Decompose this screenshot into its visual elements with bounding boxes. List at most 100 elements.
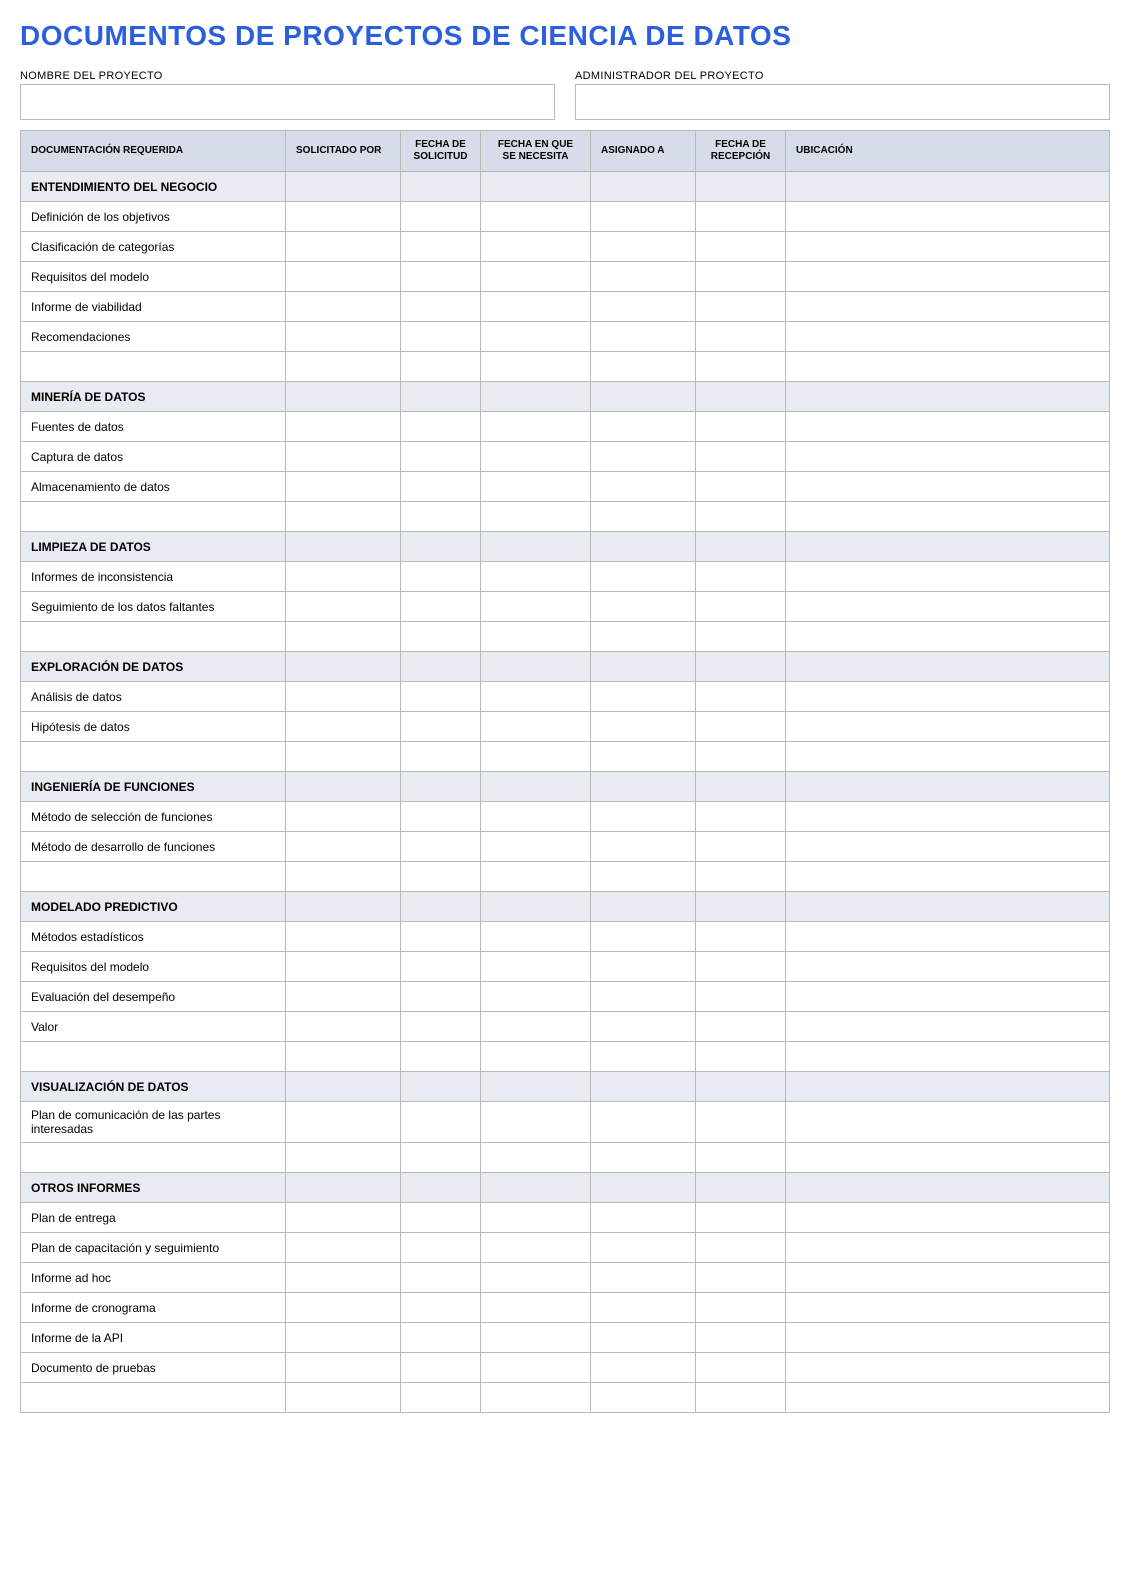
data-cell[interactable] xyxy=(591,982,696,1012)
data-cell[interactable] xyxy=(786,922,1110,952)
data-cell[interactable] xyxy=(481,412,591,442)
data-cell[interactable] xyxy=(591,832,696,862)
data-cell[interactable] xyxy=(696,1323,786,1353)
data-cell[interactable] xyxy=(401,292,481,322)
data-cell[interactable] xyxy=(696,922,786,952)
data-cell[interactable] xyxy=(481,1293,591,1323)
data-cell[interactable] xyxy=(786,592,1110,622)
data-cell[interactable] xyxy=(401,1203,481,1233)
data-cell[interactable] xyxy=(286,622,401,652)
data-cell[interactable] xyxy=(401,832,481,862)
data-cell[interactable] xyxy=(286,412,401,442)
data-cell[interactable] xyxy=(786,1233,1110,1263)
data-cell[interactable] xyxy=(401,352,481,382)
data-cell[interactable] xyxy=(591,472,696,502)
data-cell[interactable] xyxy=(696,832,786,862)
data-cell[interactable] xyxy=(286,1102,401,1143)
data-cell[interactable] xyxy=(591,592,696,622)
data-cell[interactable] xyxy=(591,742,696,772)
data-cell[interactable] xyxy=(401,412,481,442)
data-cell[interactable] xyxy=(401,1143,481,1173)
doc-name-cell[interactable]: Clasificación de categorías xyxy=(21,232,286,262)
data-cell[interactable] xyxy=(286,292,401,322)
data-cell[interactable] xyxy=(786,802,1110,832)
data-cell[interactable] xyxy=(786,1353,1110,1383)
data-cell[interactable] xyxy=(786,502,1110,532)
data-cell[interactable] xyxy=(481,472,591,502)
data-cell[interactable] xyxy=(286,682,401,712)
data-cell[interactable] xyxy=(696,712,786,742)
doc-name-cell[interactable]: Hipótesis de datos xyxy=(21,712,286,742)
data-cell[interactable] xyxy=(481,202,591,232)
data-cell[interactable] xyxy=(286,232,401,262)
data-cell[interactable] xyxy=(786,322,1110,352)
doc-name-cell[interactable] xyxy=(21,622,286,652)
data-cell[interactable] xyxy=(591,952,696,982)
data-cell[interactable] xyxy=(696,352,786,382)
doc-name-cell[interactable]: Requisitos del modelo xyxy=(21,952,286,982)
data-cell[interactable] xyxy=(696,1102,786,1143)
doc-name-cell[interactable]: Informe de cronograma xyxy=(21,1293,286,1323)
data-cell[interactable] xyxy=(696,1143,786,1173)
data-cell[interactable] xyxy=(286,1323,401,1353)
data-cell[interactable] xyxy=(401,682,481,712)
doc-name-cell[interactable]: Método de desarrollo de funciones xyxy=(21,832,286,862)
data-cell[interactable] xyxy=(286,1143,401,1173)
doc-name-cell[interactable]: Informe de viabilidad xyxy=(21,292,286,322)
doc-name-cell[interactable]: Valor xyxy=(21,1012,286,1042)
data-cell[interactable] xyxy=(481,622,591,652)
doc-name-cell[interactable] xyxy=(21,862,286,892)
data-cell[interactable] xyxy=(481,292,591,322)
data-cell[interactable] xyxy=(401,1293,481,1323)
data-cell[interactable] xyxy=(401,472,481,502)
data-cell[interactable] xyxy=(481,352,591,382)
data-cell[interactable] xyxy=(401,802,481,832)
data-cell[interactable] xyxy=(286,1353,401,1383)
data-cell[interactable] xyxy=(286,1263,401,1293)
data-cell[interactable] xyxy=(286,742,401,772)
data-cell[interactable] xyxy=(591,1012,696,1042)
data-cell[interactable] xyxy=(481,1383,591,1413)
data-cell[interactable] xyxy=(591,622,696,652)
data-cell[interactable] xyxy=(481,1143,591,1173)
doc-name-cell[interactable]: Captura de datos xyxy=(21,442,286,472)
data-cell[interactable] xyxy=(696,802,786,832)
doc-name-cell[interactable]: Seguimiento de los datos faltantes xyxy=(21,592,286,622)
data-cell[interactable] xyxy=(591,802,696,832)
data-cell[interactable] xyxy=(481,832,591,862)
data-cell[interactable] xyxy=(481,1042,591,1072)
data-cell[interactable] xyxy=(786,982,1110,1012)
data-cell[interactable] xyxy=(481,442,591,472)
data-cell[interactable] xyxy=(786,352,1110,382)
data-cell[interactable] xyxy=(401,442,481,472)
data-cell[interactable] xyxy=(286,562,401,592)
data-cell[interactable] xyxy=(591,1263,696,1293)
data-cell[interactable] xyxy=(481,952,591,982)
data-cell[interactable] xyxy=(481,1323,591,1353)
doc-name-cell[interactable]: Método de selección de funciones xyxy=(21,802,286,832)
doc-name-cell[interactable]: Plan de capacitación y seguimiento xyxy=(21,1233,286,1263)
data-cell[interactable] xyxy=(286,502,401,532)
data-cell[interactable] xyxy=(401,562,481,592)
data-cell[interactable] xyxy=(786,1012,1110,1042)
doc-name-cell[interactable]: Análisis de datos xyxy=(21,682,286,712)
data-cell[interactable] xyxy=(696,742,786,772)
data-cell[interactable] xyxy=(696,202,786,232)
data-cell[interactable] xyxy=(401,1263,481,1293)
data-cell[interactable] xyxy=(696,1293,786,1323)
data-cell[interactable] xyxy=(696,1012,786,1042)
data-cell[interactable] xyxy=(696,862,786,892)
data-cell[interactable] xyxy=(481,1233,591,1263)
data-cell[interactable] xyxy=(696,682,786,712)
data-cell[interactable] xyxy=(696,412,786,442)
data-cell[interactable] xyxy=(786,742,1110,772)
data-cell[interactable] xyxy=(286,712,401,742)
data-cell[interactable] xyxy=(401,1012,481,1042)
doc-name-cell[interactable]: Informes de inconsistencia xyxy=(21,562,286,592)
data-cell[interactable] xyxy=(786,832,1110,862)
data-cell[interactable] xyxy=(696,292,786,322)
data-cell[interactable] xyxy=(786,1383,1110,1413)
data-cell[interactable] xyxy=(786,292,1110,322)
doc-name-cell[interactable]: Recomendaciones xyxy=(21,322,286,352)
data-cell[interactable] xyxy=(696,1042,786,1072)
